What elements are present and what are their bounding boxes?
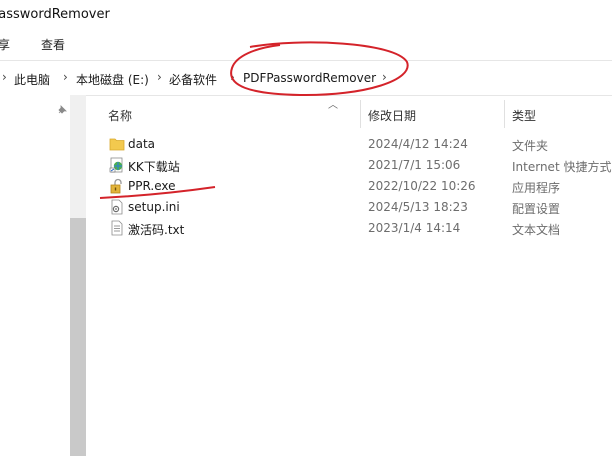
file-type: 配置设置 bbox=[512, 202, 561, 216]
tab-view[interactable]: 查看 bbox=[41, 36, 65, 53]
title-bar: PasswordRemover bbox=[0, 0, 612, 30]
breadcrumb-essential-software[interactable]: 必备软件 bbox=[169, 71, 217, 88]
breadcrumb-separator-icon: › bbox=[2, 70, 7, 84]
file-name: PPR.exe bbox=[128, 179, 176, 193]
file-name: KK下载站 bbox=[128, 160, 180, 174]
column-header-type[interactable]: 类型 bbox=[512, 107, 536, 124]
folder-icon bbox=[109, 138, 125, 151]
column-header-date[interactable]: 修改日期 bbox=[368, 107, 416, 124]
column-divider[interactable] bbox=[504, 100, 505, 128]
file-date: 2024/4/12 14:24 bbox=[368, 137, 468, 151]
column-header-name[interactable]: 名称 bbox=[108, 107, 132, 124]
file-type: 文件夹 bbox=[512, 139, 549, 153]
breadcrumb-current-folder[interactable]: PDFPasswordRemover bbox=[243, 71, 376, 85]
file-type: Internet 快捷方式 bbox=[512, 160, 612, 174]
file-row[interactable]: data 2024/4/12 14:24 文件夹 bbox=[100, 134, 612, 155]
settings-file-icon bbox=[111, 199, 123, 215]
column-divider[interactable] bbox=[360, 100, 361, 128]
file-date: 2023/1/4 14:14 bbox=[368, 221, 461, 235]
breadcrumb-this-pc[interactable]: 此电脑 bbox=[14, 71, 50, 88]
file-date: 2022/10/22 10:26 bbox=[368, 179, 476, 193]
file-row[interactable]: KK下载站 2021/7/1 15:06 Internet 快捷方式 bbox=[100, 155, 612, 176]
file-row[interactable]: PPR.exe 2022/10/22 10:26 应用程序 bbox=[100, 176, 612, 197]
nav-scrollbar-thumb[interactable] bbox=[70, 218, 86, 456]
ribbon-tabs: 享 查看 bbox=[0, 30, 612, 57]
tab-share[interactable]: 享 bbox=[0, 36, 10, 53]
pin-icon[interactable] bbox=[56, 104, 68, 116]
breadcrumb-separator-icon[interactable]: › bbox=[382, 70, 387, 84]
column-header-row: ︿ 名称 修改日期 类型 bbox=[100, 100, 612, 128]
text-file-icon bbox=[111, 220, 123, 236]
file-date: 2024/5/13 18:23 bbox=[368, 200, 468, 214]
breadcrumb-separator-icon[interactable]: › bbox=[157, 70, 162, 84]
breadcrumb-separator-icon[interactable]: › bbox=[63, 70, 68, 84]
internet-shortcut-icon bbox=[109, 157, 123, 173]
file-name: data bbox=[128, 137, 156, 151]
window-title: PasswordRemover bbox=[0, 7, 110, 22]
file-type: 应用程序 bbox=[512, 181, 561, 195]
file-row[interactable]: setup.ini 2024/5/13 18:23 配置设置 bbox=[100, 197, 612, 218]
address-bar[interactable]: › 此电脑 › 本地磁盘 (E:) › 必备软件 › PDFPasswordRe… bbox=[0, 60, 612, 96]
file-name: setup.ini bbox=[128, 200, 180, 214]
file-date: 2021/7/1 15:06 bbox=[368, 158, 461, 172]
breadcrumb-separator-icon[interactable]: › bbox=[230, 70, 235, 84]
file-name: 激活码.txt bbox=[128, 223, 185, 237]
sort-ascending-icon: ︿ bbox=[328, 100, 338, 111]
breadcrumb-local-disk[interactable]: 本地磁盘 (E:) bbox=[76, 71, 149, 88]
lock-app-icon bbox=[110, 178, 122, 194]
file-type: 文本文档 bbox=[512, 223, 561, 237]
file-row[interactable]: 激活码.txt 2023/1/4 14:14 文本文档 bbox=[100, 218, 612, 239]
